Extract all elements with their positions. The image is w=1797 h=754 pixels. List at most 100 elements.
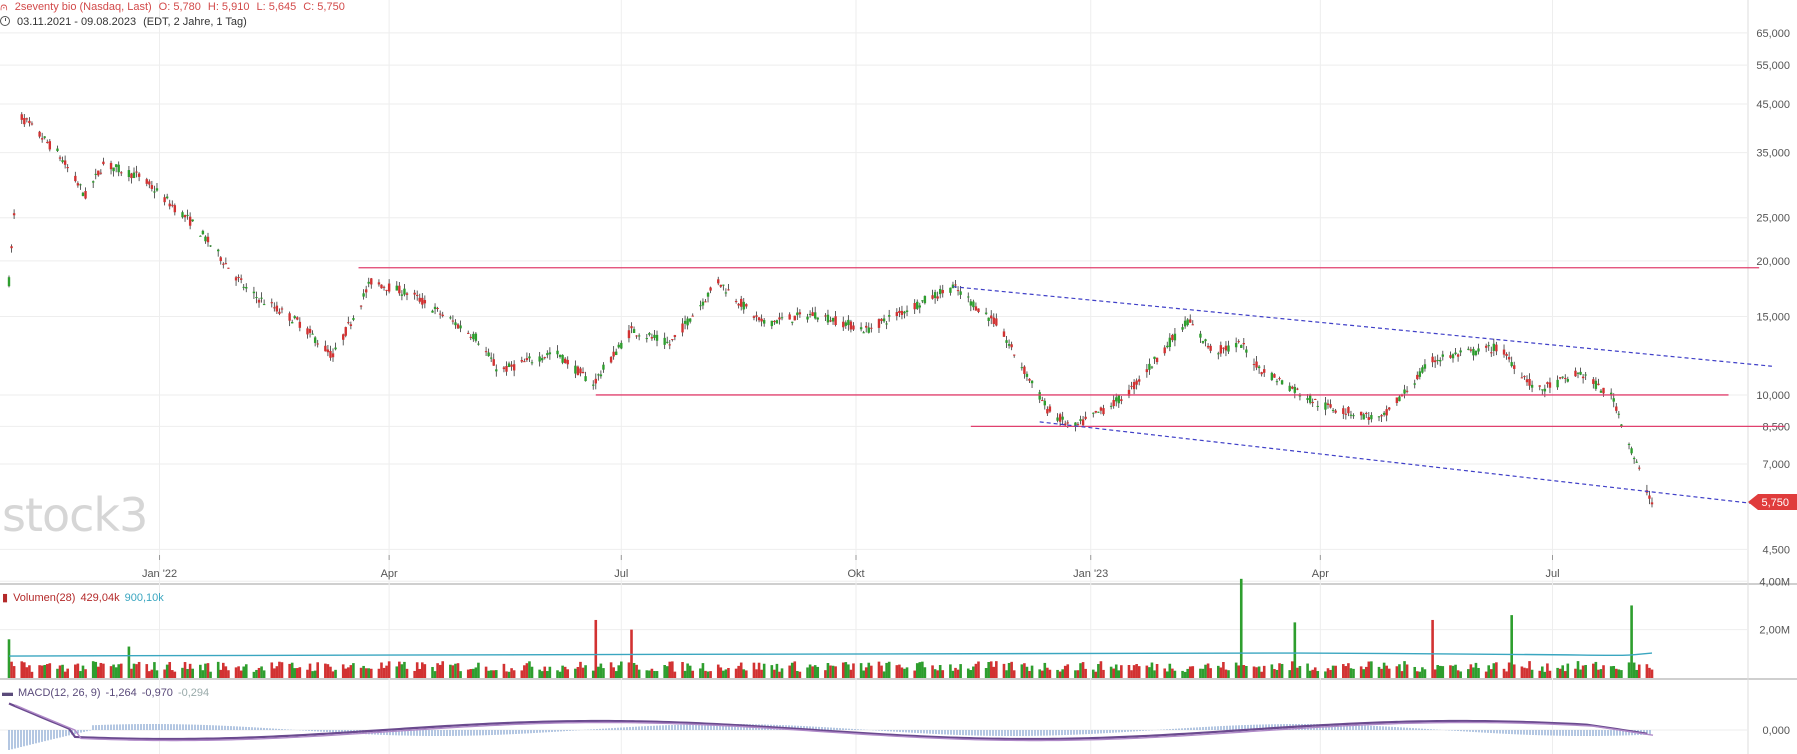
volume-bar [913,670,916,678]
candle-up [528,356,531,359]
candle-up [217,249,220,252]
date-range[interactable]: 03.11.2021 - 09.08.2023 [17,16,136,28]
candle-up [1109,405,1113,407]
volume-bar [1216,665,1220,678]
candle-up [770,320,774,327]
candle-down [234,277,238,281]
volume-bar [790,662,794,678]
candle-down [28,120,31,124]
candle-up [352,318,355,320]
candle-up [972,301,975,308]
candle-up [1056,417,1059,421]
volume-bar [972,666,975,678]
candle-up [1117,395,1120,404]
volume-bar [23,662,26,678]
candle-up [645,338,649,340]
volume-bar [727,668,730,678]
candle-down [612,351,615,357]
candle-down [347,322,350,324]
candle-down [308,329,312,333]
volume-bar [257,667,261,678]
candle-down [257,299,261,303]
candle-down [936,296,939,299]
candle-down [74,175,77,182]
candle-down [12,213,16,216]
volume-bar [30,671,34,678]
volume-bar [418,668,422,678]
candle-up [1275,381,1279,383]
volume-bar [918,662,922,678]
candle-up [81,192,85,196]
volume-bar [20,661,24,678]
candle-down [467,332,470,334]
candle-up [367,281,370,284]
volume-bar [936,670,939,678]
candle-down [1431,356,1434,363]
volume-bar [523,665,526,678]
candle-down [1502,349,1506,355]
candle-down [740,298,743,307]
candle-down [66,167,69,169]
volume-bar [722,670,725,678]
candle-down [1546,382,1549,384]
macd-label[interactable]: MACD(12, 26, 9) [18,687,101,699]
volume-bar [594,619,598,678]
chart-header-range: 03.11.2021 - 09.08.2023 (EDT, 2 Jahre, 1 … [0,16,254,28]
candle-down [168,203,171,207]
volume-bar [43,664,47,678]
candle-up [806,316,809,320]
volume-bar [1109,666,1113,678]
candle-down [1538,385,1541,387]
chart-type-icon[interactable]: ⩀ [0,1,8,13]
volume-bar [938,665,942,678]
volume-bar [1474,662,1478,678]
candle-up [431,310,434,313]
volume-bar [956,669,960,678]
volume-bar [28,665,31,678]
volume-bar [632,662,636,678]
candle-up [1038,392,1041,400]
volume-bar [347,667,350,678]
candle-up [1617,413,1621,415]
candle-down [398,285,401,294]
volume-bar [311,671,314,678]
volume-bar [1512,664,1516,678]
volume-bar [931,665,934,678]
volume-bar [1359,666,1363,678]
candle-down [1365,413,1368,415]
clock-icon[interactable] [0,16,10,26]
volume-bar [826,663,830,678]
volume-bar [1010,661,1013,678]
candle-up [632,329,636,334]
volume-bar [1290,661,1294,678]
candle-down [1260,372,1263,375]
candle-up [916,301,919,309]
volume-bar [933,669,937,678]
volume-bar [867,662,871,678]
instrument-title[interactable]: 2seventy bio (Nasdaq, Last) [15,1,152,13]
volume-bar [1505,671,1508,678]
volume-bar [724,669,728,678]
candle-down [1388,407,1391,410]
volume-bar [691,670,695,678]
volume-bar [1306,663,1309,678]
volume-bar [344,668,348,678]
volume-bar [1242,665,1246,678]
volume-label[interactable]: Volumen(28) [13,592,75,604]
candle-down [1456,354,1460,357]
candle-up [433,306,437,310]
candle-down [671,339,674,341]
candle-down [635,335,638,337]
volume-bar [352,663,355,678]
candle-up [117,164,120,173]
volume-bar [1561,665,1565,678]
volume-bar [137,661,141,678]
candle-down [1433,360,1437,363]
volume-bar [752,662,756,678]
volume-bar [219,669,223,678]
candle-up [546,353,549,356]
candle-down [1416,374,1419,380]
candle-up [949,287,952,293]
candle-down [275,305,279,312]
candle-up [967,296,970,298]
